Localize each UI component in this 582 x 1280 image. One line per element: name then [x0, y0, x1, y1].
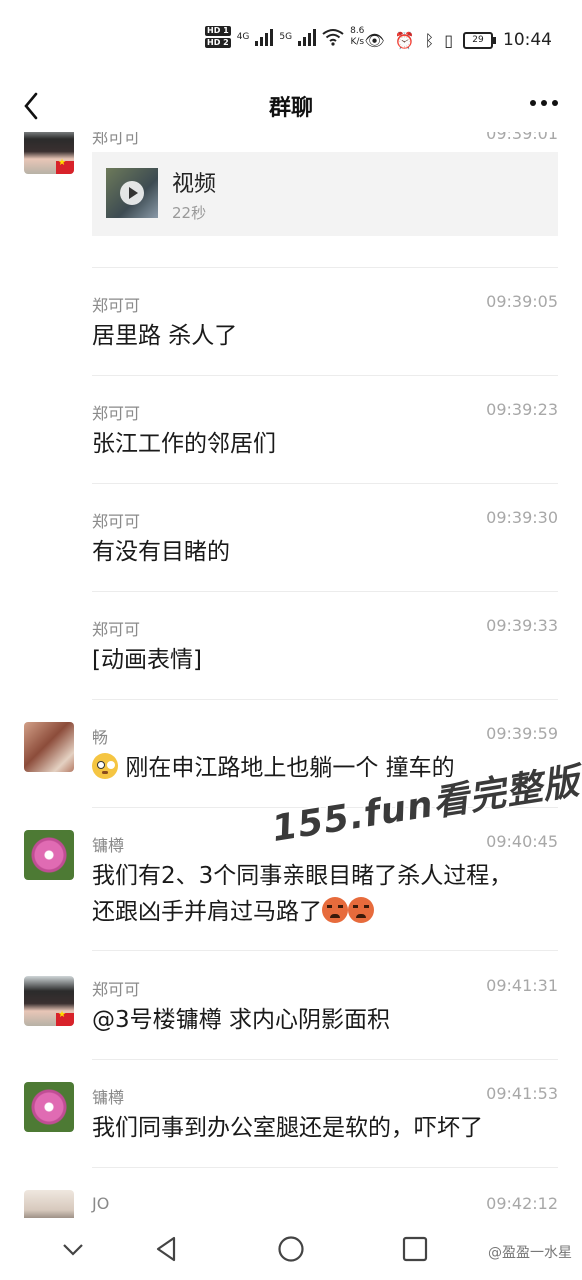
- video-duration: 22秒: [172, 204, 207, 222]
- message-time: 09:39:23: [486, 400, 558, 419]
- sender-name: 郑可可: [92, 132, 141, 147]
- divider: [92, 591, 558, 592]
- divider: [92, 950, 558, 951]
- message-time: 09:39:01: [486, 132, 558, 143]
- message-time: 09:39:30: [486, 508, 558, 527]
- message-text[interactable]: 我们同事到办公室腿还是软的，吓坏了: [92, 1110, 483, 1147]
- signal-icon-2: [298, 28, 317, 46]
- status-bar: HD 1 HD 2 4G 5G 8.6 K/s 👁 ⏰ ᛒ ▯ 29 10:44: [0, 0, 582, 80]
- network-speed-value: 8.6: [350, 26, 365, 36]
- message-item: 郑可可 09:39:33 [动画表情]: [0, 616, 582, 706]
- divider: [92, 267, 558, 268]
- signal-icon: [255, 28, 274, 46]
- network-speed-unit: K/s: [350, 37, 365, 47]
- flag-icon: [56, 158, 74, 174]
- jo-avatar[interactable]: [24, 1190, 74, 1218]
- divider: [92, 1059, 558, 1060]
- flower-avatar[interactable]: [24, 1082, 74, 1132]
- nav-back-icon[interactable]: [152, 1234, 182, 1264]
- net2-label: 5G: [279, 31, 293, 42]
- message-item: 郑可可 09:41:31 @3号楼镛樽 求内心阴影面积: [0, 974, 582, 1064]
- alarm-icon: ⏰: [394, 30, 415, 50]
- divider: [92, 483, 558, 484]
- flag-icon: [56, 1010, 74, 1026]
- page-title: 群聊: [268, 96, 313, 121]
- sim1-badge: HD 1: [205, 26, 231, 36]
- status-right-group: 👁 ⏰ ᛒ ▯ 29 10:44: [364, 30, 552, 50]
- video-card[interactable]: 视频 22秒: [92, 152, 558, 236]
- battery-icon: 29: [463, 31, 496, 49]
- system-nav-bar: @盈盈一水星: [0, 1218, 582, 1280]
- divider: [92, 375, 558, 376]
- message-item: 郑可可 09:39:01 视频 22秒: [0, 132, 582, 264]
- nav-recents-icon[interactable]: [400, 1234, 430, 1264]
- sender-name: 郑可可: [92, 980, 141, 999]
- video-title: 视频: [172, 172, 217, 197]
- message-time: 09:41:31: [486, 976, 558, 995]
- sender-name: JO: [92, 1194, 110, 1213]
- bluetooth-icon: ᛒ: [424, 30, 435, 50]
- network-speed: 8.6 K/s: [350, 26, 364, 48]
- message-text-line2: 还跟凶手并肩过马路了: [92, 899, 322, 925]
- play-icon: [120, 181, 144, 205]
- message-item: 郑可可 09:39:23 张江工作的邻居们: [0, 400, 582, 490]
- clock: 10:44: [503, 30, 552, 50]
- message-time: 09:39:33: [486, 616, 558, 635]
- message-text[interactable]: 张江工作的邻居们: [92, 426, 276, 463]
- divider: [92, 699, 558, 700]
- sender-name: 郑可可: [92, 620, 141, 639]
- chevron-down-icon[interactable]: [58, 1234, 88, 1264]
- chang-avatar[interactable]: [24, 722, 74, 772]
- chat-list[interactable]: 郑可可 09:39:01 视频 22秒 郑可可 09:39:05 居里路 杀人了…: [0, 132, 582, 1218]
- sender-name: 畅: [92, 728, 109, 747]
- eye-icon: 👁: [364, 30, 385, 50]
- more-icon[interactable]: [530, 100, 558, 106]
- message-text-line2-wrap[interactable]: 还跟凶手并肩过马路了: [92, 894, 374, 931]
- flower-avatar[interactable]: [24, 830, 74, 880]
- message-time: 09:39:05: [486, 292, 558, 311]
- sender-name: 郑可可: [92, 512, 141, 531]
- message-item: 镛樽 09:41:53 我们同事到办公室腿还是软的，吓坏了: [0, 1082, 582, 1172]
- status-left-group: HD 1 HD 2 4G 5G 8.6 K/s: [205, 26, 364, 48]
- net1-label: 4G: [236, 31, 250, 42]
- message-text[interactable]: [动画表情]: [92, 642, 202, 679]
- sim2-badge: HD 2: [205, 38, 231, 48]
- angry-face-icon: [322, 897, 348, 923]
- girl-avatar[interactable]: [24, 132, 74, 174]
- sim-badges: HD 1 HD 2: [205, 26, 231, 48]
- sender-name: 镛樽: [92, 1088, 125, 1107]
- wifi-icon: [322, 29, 344, 46]
- video-thumbnail: [106, 168, 158, 218]
- message-text-line1[interactable]: 我们有2、3个同事亲眼目睹了杀人过程，: [92, 858, 512, 895]
- message-item: 郑可可 09:39:05 居里路 杀人了: [0, 292, 582, 382]
- girl-avatar[interactable]: [24, 976, 74, 1026]
- sender-name: 镛樽: [92, 836, 125, 855]
- message-time: 09:41:53: [486, 1084, 558, 1103]
- message-text[interactable]: 有没有目睹的: [92, 534, 230, 571]
- flushed-face-icon: [92, 753, 118, 779]
- message-time: 09:42:12: [486, 1194, 558, 1213]
- vibrate-icon: ▯: [444, 30, 453, 50]
- weibo-tag: @盈盈一水星: [488, 1245, 572, 1261]
- nav-home-icon[interactable]: [276, 1234, 306, 1264]
- message-item: JO 09:42:12: [0, 1190, 582, 1218]
- message-item: 郑可可 09:39:30 有没有目睹的: [0, 508, 582, 598]
- sender-name: 郑可可: [92, 296, 141, 315]
- divider: [92, 1167, 558, 1168]
- message-time: 09:40:45: [486, 832, 558, 851]
- message-time: 09:39:59: [486, 724, 558, 743]
- message-text[interactable]: 居里路 杀人了: [92, 318, 237, 355]
- sender-name: 郑可可: [92, 404, 141, 423]
- angry-face-icon: [348, 897, 374, 923]
- nav-bar: 群聊: [0, 80, 582, 132]
- message-text[interactable]: @3号楼镛樽 求内心阴影面积: [92, 1002, 390, 1039]
- message-text: 刚在申江路地上也躺一个 撞车的: [125, 755, 455, 781]
